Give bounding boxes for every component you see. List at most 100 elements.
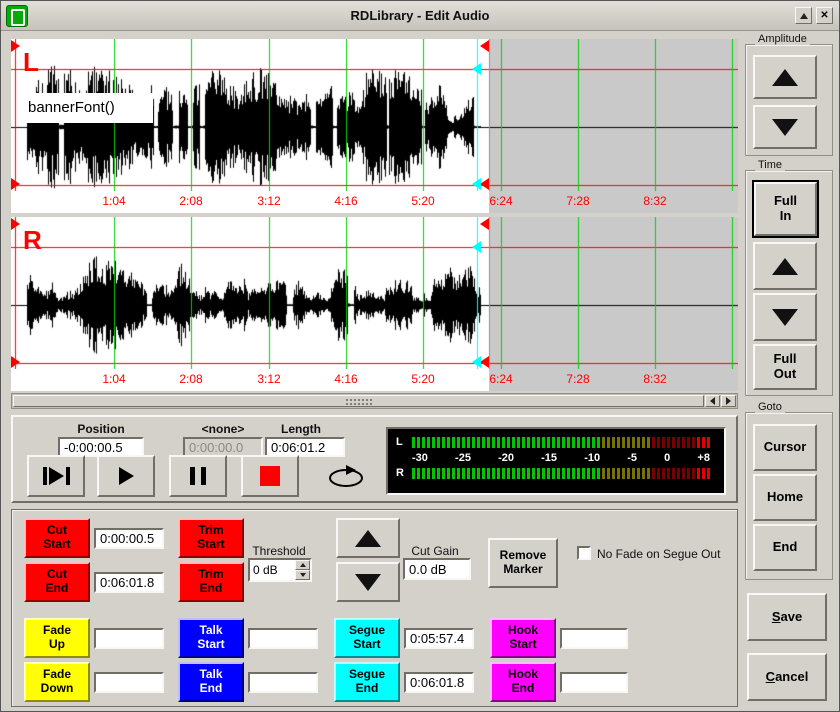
no-fade-checkbox[interactable] — [577, 546, 591, 560]
scroll-left-button[interactable] — [705, 395, 720, 407]
regions-panel: Cut Start 0:00:00.5 Cut End 0:06:01.8 Tr… — [11, 509, 738, 707]
close-button[interactable]: ✕ — [816, 7, 833, 24]
goto-title: Goto — [755, 401, 785, 413]
scrollbar-grip-icon — [345, 398, 373, 406]
cut-start-button[interactable]: Cut Start — [24, 518, 90, 558]
hook-end-button[interactable]: Hook End — [490, 662, 556, 702]
time-label: 5:20 — [403, 372, 443, 386]
time-zoom-out-button[interactable] — [753, 293, 817, 341]
meter-scale-label: -5 — [627, 452, 637, 464]
loop-icon — [324, 462, 368, 490]
meter-scale: -30-25-20-15-10-50+8 — [412, 450, 710, 465]
time-label: 6:24 — [481, 194, 521, 208]
time-label: 7:28 — [558, 372, 598, 386]
segue-start-marker-icon[interactable] — [472, 241, 481, 253]
amplitude-up-button[interactable] — [753, 55, 817, 99]
cut-end-marker-icon[interactable] — [480, 356, 489, 368]
hook-end-field[interactable] — [560, 672, 628, 693]
time-zoom-out-icon — [772, 309, 798, 326]
time-label: 4:16 — [326, 194, 366, 208]
threshold-down-button[interactable] — [295, 570, 310, 580]
amplitude-down-icon — [772, 119, 798, 136]
waveform-panel: L bannerFont() 1:042:083:124:165:206:247… — [11, 39, 738, 391]
cut-end-marker-icon[interactable] — [480, 40, 489, 52]
cut-gain-label: Cut Gain — [401, 544, 469, 558]
right-waveform-canvas[interactable] — [11, 217, 738, 369]
cut-start-marker-icon[interactable] — [11, 218, 20, 230]
segue-start-field[interactable]: 0:05:57.4 — [404, 628, 474, 649]
trim-start-button[interactable]: Trim Start — [178, 518, 244, 558]
talk-end-button[interactable]: Talk End — [178, 662, 244, 702]
time-zoom-in-icon — [772, 258, 798, 275]
segue-start-marker-icon[interactable] — [472, 63, 481, 75]
cut-end-field[interactable]: 0:06:01.8 — [94, 572, 164, 593]
talk-end-field[interactable] — [248, 672, 318, 693]
play-icon — [119, 467, 134, 485]
fade-up-button[interactable]: Fade Up — [24, 618, 90, 658]
fade-down-button[interactable]: Fade Down — [24, 662, 90, 702]
cut-start-field[interactable]: 0:00:00.5 — [94, 528, 164, 549]
hook-start-button[interactable]: Hook Start — [490, 618, 556, 658]
meter-right-label: R — [396, 467, 408, 479]
play-button[interactable] — [97, 455, 155, 497]
gain-up-icon — [355, 530, 381, 547]
full-out-button[interactable]: Full Out — [753, 344, 817, 390]
talk-start-field[interactable] — [248, 628, 318, 649]
left-channel: L bannerFont() 1:042:083:124:165:206:247… — [11, 39, 738, 213]
play-from-start-button[interactable] — [27, 455, 85, 497]
gain-down-icon — [355, 574, 381, 591]
time-label: 6:24 — [481, 372, 521, 386]
time-label: 3:12 — [249, 194, 289, 208]
segue-end-field[interactable]: 0:06:01.8 — [404, 672, 474, 693]
pause-button[interactable] — [169, 455, 227, 497]
waveform-scrollbar[interactable] — [11, 393, 738, 409]
meter-scale-label: -30 — [412, 452, 428, 464]
audio-meter: L -30-25-20-15-10-50+8 R — [386, 427, 726, 495]
stop-button[interactable] — [241, 455, 299, 497]
segue-start-button[interactable]: Segue Start — [334, 618, 400, 658]
segue-end-button[interactable]: Segue End — [334, 662, 400, 702]
threshold-label: Threshold — [244, 544, 314, 558]
meter-scale-label: -20 — [498, 452, 514, 464]
goto-home-button[interactable]: Home — [753, 474, 817, 521]
scrollbar-thumb[interactable] — [13, 395, 704, 407]
spin-up-icon — [300, 563, 306, 567]
gain-down-button[interactable] — [336, 562, 400, 602]
threshold-up-button[interactable] — [295, 560, 310, 570]
scroll-right-button[interactable] — [721, 395, 736, 407]
cut-end-marker-icon[interactable] — [480, 178, 489, 190]
amplitude-down-button[interactable] — [753, 105, 817, 149]
full-in-button[interactable]: Full In — [754, 182, 817, 236]
time-label: 7:28 — [558, 194, 598, 208]
close-icon: ✕ — [820, 10, 828, 21]
remove-marker-button[interactable]: Remove Marker — [488, 538, 558, 588]
save-button[interactable]: Save — [747, 593, 827, 641]
goto-end-button[interactable]: End — [753, 524, 817, 571]
time-zoom-in-button[interactable] — [753, 242, 817, 290]
cut-end-button[interactable]: Cut End — [24, 562, 90, 602]
meter-left-label: L — [396, 436, 408, 448]
talk-start-button[interactable]: Talk Start — [178, 618, 244, 658]
fade-up-field[interactable] — [94, 628, 164, 649]
cut-start-marker-icon[interactable] — [11, 178, 20, 190]
trim-end-button[interactable]: Trim End — [178, 562, 244, 602]
cut-start-marker-icon[interactable] — [11, 356, 20, 368]
scroll-right-icon — [726, 397, 731, 405]
segue-start-marker-icon[interactable] — [472, 356, 481, 368]
right-channel: R 1:042:083:124:165:206:247:288:32 — [11, 217, 738, 391]
segue-start-marker-icon[interactable] — [472, 178, 481, 190]
cancel-button[interactable]: Cancel — [747, 653, 827, 701]
shade-button[interactable] — [795, 7, 812, 24]
gain-up-button[interactable] — [336, 518, 400, 558]
goto-cursor-button[interactable]: Cursor — [753, 424, 817, 471]
cut-start-marker-icon[interactable] — [11, 40, 20, 52]
fade-down-field[interactable] — [94, 672, 164, 693]
cut-gain-field[interactable]: 0.0 dB — [403, 558, 471, 580]
threshold-spinbox[interactable]: 0 dB — [248, 558, 312, 582]
left-time-axis: 1:042:083:124:165:206:247:288:32 — [11, 191, 738, 213]
hook-start-field[interactable] — [560, 628, 628, 649]
cut-end-marker-icon[interactable] — [480, 218, 489, 230]
loop-button[interactable] — [313, 455, 379, 497]
position-label: Position — [58, 422, 144, 435]
meter-scale-label: -15 — [541, 452, 557, 464]
